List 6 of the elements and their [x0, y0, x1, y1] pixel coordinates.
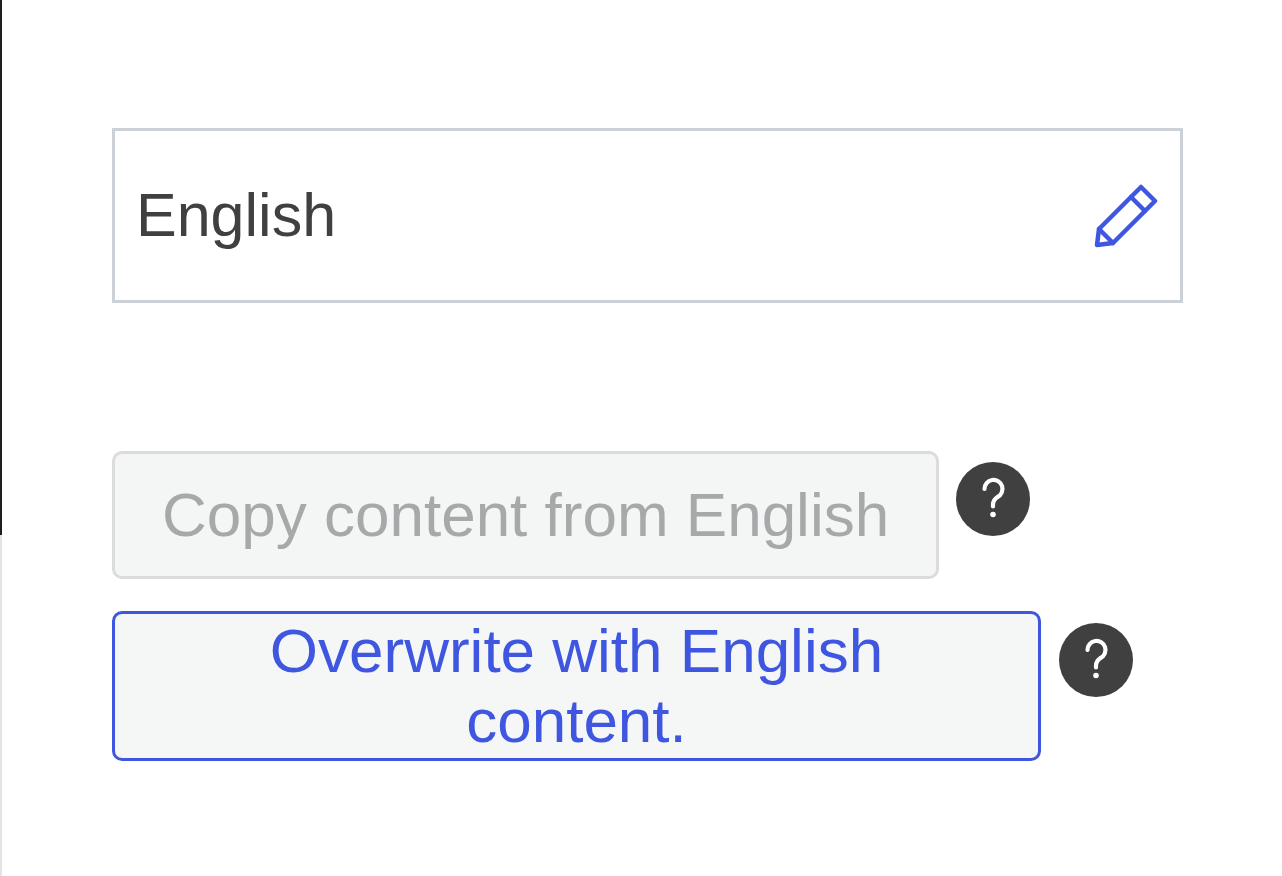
overwrite-button[interactable]: Overwrite with English content. [112, 611, 1041, 761]
help-icon[interactable] [956, 462, 1031, 536]
language-field[interactable]: English [112, 128, 1183, 303]
help-icon[interactable] [1059, 623, 1133, 697]
language-value: English [136, 179, 337, 251]
pencil-icon[interactable] [1094, 183, 1158, 248]
